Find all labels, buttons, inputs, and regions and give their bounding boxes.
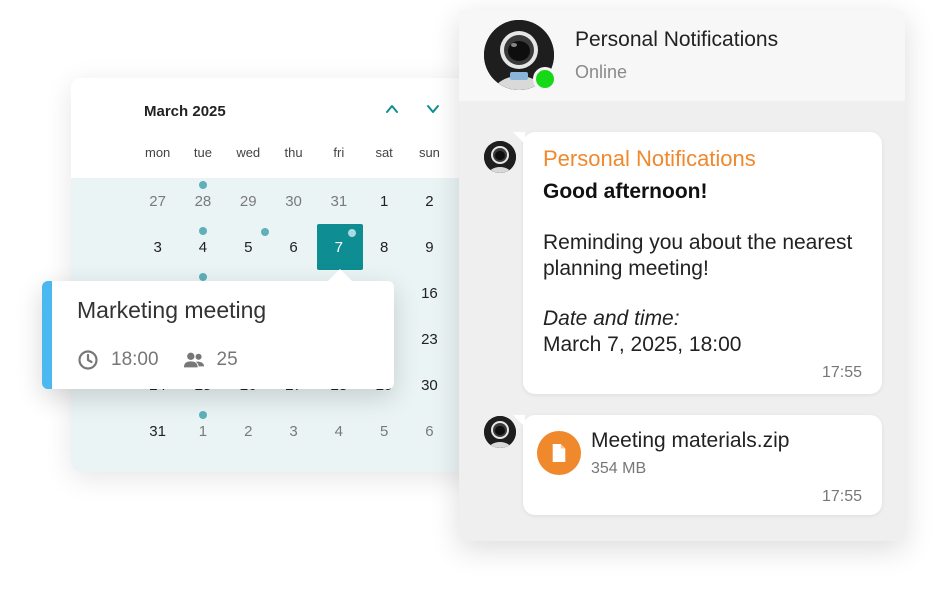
calendar-day-number: 16 — [421, 284, 438, 302]
calendar-day-number: 4 — [334, 422, 343, 440]
calendar-day-number: 7 — [334, 238, 343, 256]
clock-icon — [77, 349, 99, 371]
calendar-day[interactable]: 30 — [271, 178, 316, 224]
message-sender: Personal Notifications — [543, 146, 756, 171]
calendar-day-number: 27 — [149, 192, 166, 210]
calendar-day[interactable]: 31 — [316, 178, 361, 224]
calendar-day-number: 2 — [244, 422, 253, 440]
weekday-label: sun — [418, 145, 440, 160]
calendar-day-number: 1 — [198, 422, 208, 440]
event-indicator-dot — [198, 273, 207, 281]
event-color-bar — [42, 281, 52, 389]
chat-panel: Personal Notifications Online Personal N… — [459, 10, 905, 541]
calendar-day-number: 1 — [379, 192, 389, 210]
message-bubble[interactable]: Personal Notifications Good afternoon! R… — [513, 132, 882, 394]
message-avatar — [484, 141, 516, 173]
calendar-day-number: 23 — [421, 330, 438, 348]
event-attendees-count: 25 — [216, 349, 238, 370]
calendar-day-number: 9 — [425, 238, 434, 256]
event-indicator-dot — [260, 228, 269, 236]
calendar-day[interactable]: 1 — [180, 408, 225, 454]
calendar-day[interactable]: 6 — [407, 408, 452, 454]
calendar-day[interactable]: 30 — [407, 362, 452, 408]
event-indicator-dot — [198, 181, 207, 189]
calendar-day[interactable]: 23 — [407, 316, 452, 362]
astronaut-avatar-image — [484, 416, 516, 448]
calendar-day[interactable]: 28 — [180, 178, 225, 224]
calendar-day-number: 30 — [285, 192, 302, 210]
calendar-day-number: 31 — [149, 422, 166, 440]
event-popup[interactable]: Marketing meeting 18:00 25 — [42, 269, 394, 389]
chat-status: Online — [575, 62, 628, 82]
calendar-day-number: 5 — [379, 422, 389, 440]
message-datetime-value: March 7, 2025, 18:00 — [543, 333, 742, 356]
calendar-day[interactable]: 1 — [361, 178, 406, 224]
event-indicator-dot — [198, 227, 207, 235]
calendar-day-number: 3 — [153, 238, 162, 256]
file-message-bubble[interactable]: Meeting materials.zip 354 MB 17:55 — [513, 415, 882, 515]
message-timestamp: 17:55 — [821, 364, 862, 381]
chevron-down-icon — [427, 105, 439, 113]
calendar-day[interactable]: 9 — [407, 224, 452, 270]
calendar-day-number: 8 — [379, 238, 389, 256]
event-popup-pointer — [327, 269, 353, 282]
weekday-header-row: mon tue wed thu fri sat sun — [135, 145, 452, 160]
calendar-day[interactable]: 3 — [271, 408, 316, 454]
message-body: Reminding you about the nearest planning… — [543, 231, 853, 280]
chat-header: Personal Notifications Online — [459, 10, 905, 101]
calendar-day-number: 29 — [239, 192, 257, 210]
weekday-label: wed — [236, 145, 261, 160]
calendar-day-number: 31 — [330, 192, 348, 210]
message-timestamp: 17:55 — [821, 488, 862, 505]
calendar-day[interactable]: 4 — [180, 224, 225, 270]
weekday-label: mon — [145, 145, 171, 160]
message-greeting: Good afternoon! — [543, 180, 708, 203]
calendar-day[interactable]: 5 — [226, 224, 271, 270]
calendar-day-selected[interactable]: 7 — [316, 224, 364, 270]
calendar-day-number: 5 — [244, 238, 253, 256]
weekday-label: fri — [333, 145, 345, 160]
calendar-day-number: 6 — [425, 422, 434, 440]
calendar-day-number: 2 — [425, 192, 434, 210]
calendar-day-number: 30 — [421, 376, 438, 394]
event-meta: 18:00 25 — [77, 349, 238, 371]
calendar-day[interactable]: 31 — [135, 408, 180, 454]
calendar-day-number: 28 — [194, 192, 212, 210]
event-time: 18:00 — [111, 349, 159, 370]
calendar-day[interactable]: 27 — [135, 178, 180, 224]
file-download-button[interactable] — [537, 431, 581, 475]
calendar-header: March 2025 mon tue wed thu fri sat sun — [71, 78, 491, 178]
calendar-day[interactable]: 29 — [226, 178, 271, 224]
file-size: 354 MB — [591, 460, 647, 477]
document-icon — [552, 444, 566, 462]
calendar-day[interactable]: 3 — [135, 224, 180, 270]
weekday-label: tue — [193, 145, 212, 160]
calendar-day-number: 6 — [289, 238, 298, 256]
message-avatar — [484, 416, 516, 448]
people-icon — [183, 349, 205, 371]
calendar-day[interactable]: 6 — [271, 224, 316, 270]
calendar-day[interactable]: 2 — [226, 408, 271, 454]
event-indicator-dot — [198, 411, 207, 419]
calendar-day[interactable]: 16 — [407, 270, 452, 316]
astronaut-avatar-image — [484, 141, 516, 173]
calendar-day-number: 3 — [289, 422, 298, 440]
online-status-dot — [533, 67, 557, 91]
chevron-up-icon — [386, 105, 398, 113]
calendar-day[interactable]: 5 — [361, 408, 406, 454]
weekday-label: thu — [284, 145, 303, 160]
chat-title: Personal Notifications — [575, 28, 779, 51]
file-name-link[interactable]: Meeting materials.zip — [591, 429, 789, 453]
calendar-month-label: March 2025 — [144, 103, 226, 120]
previous-month-button[interactable] — [381, 98, 403, 120]
calendar-day[interactable]: 4 — [316, 408, 361, 454]
weekday-label: sat — [375, 145, 393, 160]
next-month-button[interactable] — [422, 98, 444, 120]
calendar-day[interactable]: 2 — [407, 178, 452, 224]
calendar-day-number: 4 — [198, 238, 208, 256]
calendar-day[interactable]: 8 — [361, 224, 406, 270]
calendar-widget: March 2025 mon tue wed thu fri sat sun 2… — [71, 78, 491, 472]
event-title: Marketing meeting — [77, 297, 267, 323]
message-datetime-label: Date and time: — [543, 307, 680, 330]
